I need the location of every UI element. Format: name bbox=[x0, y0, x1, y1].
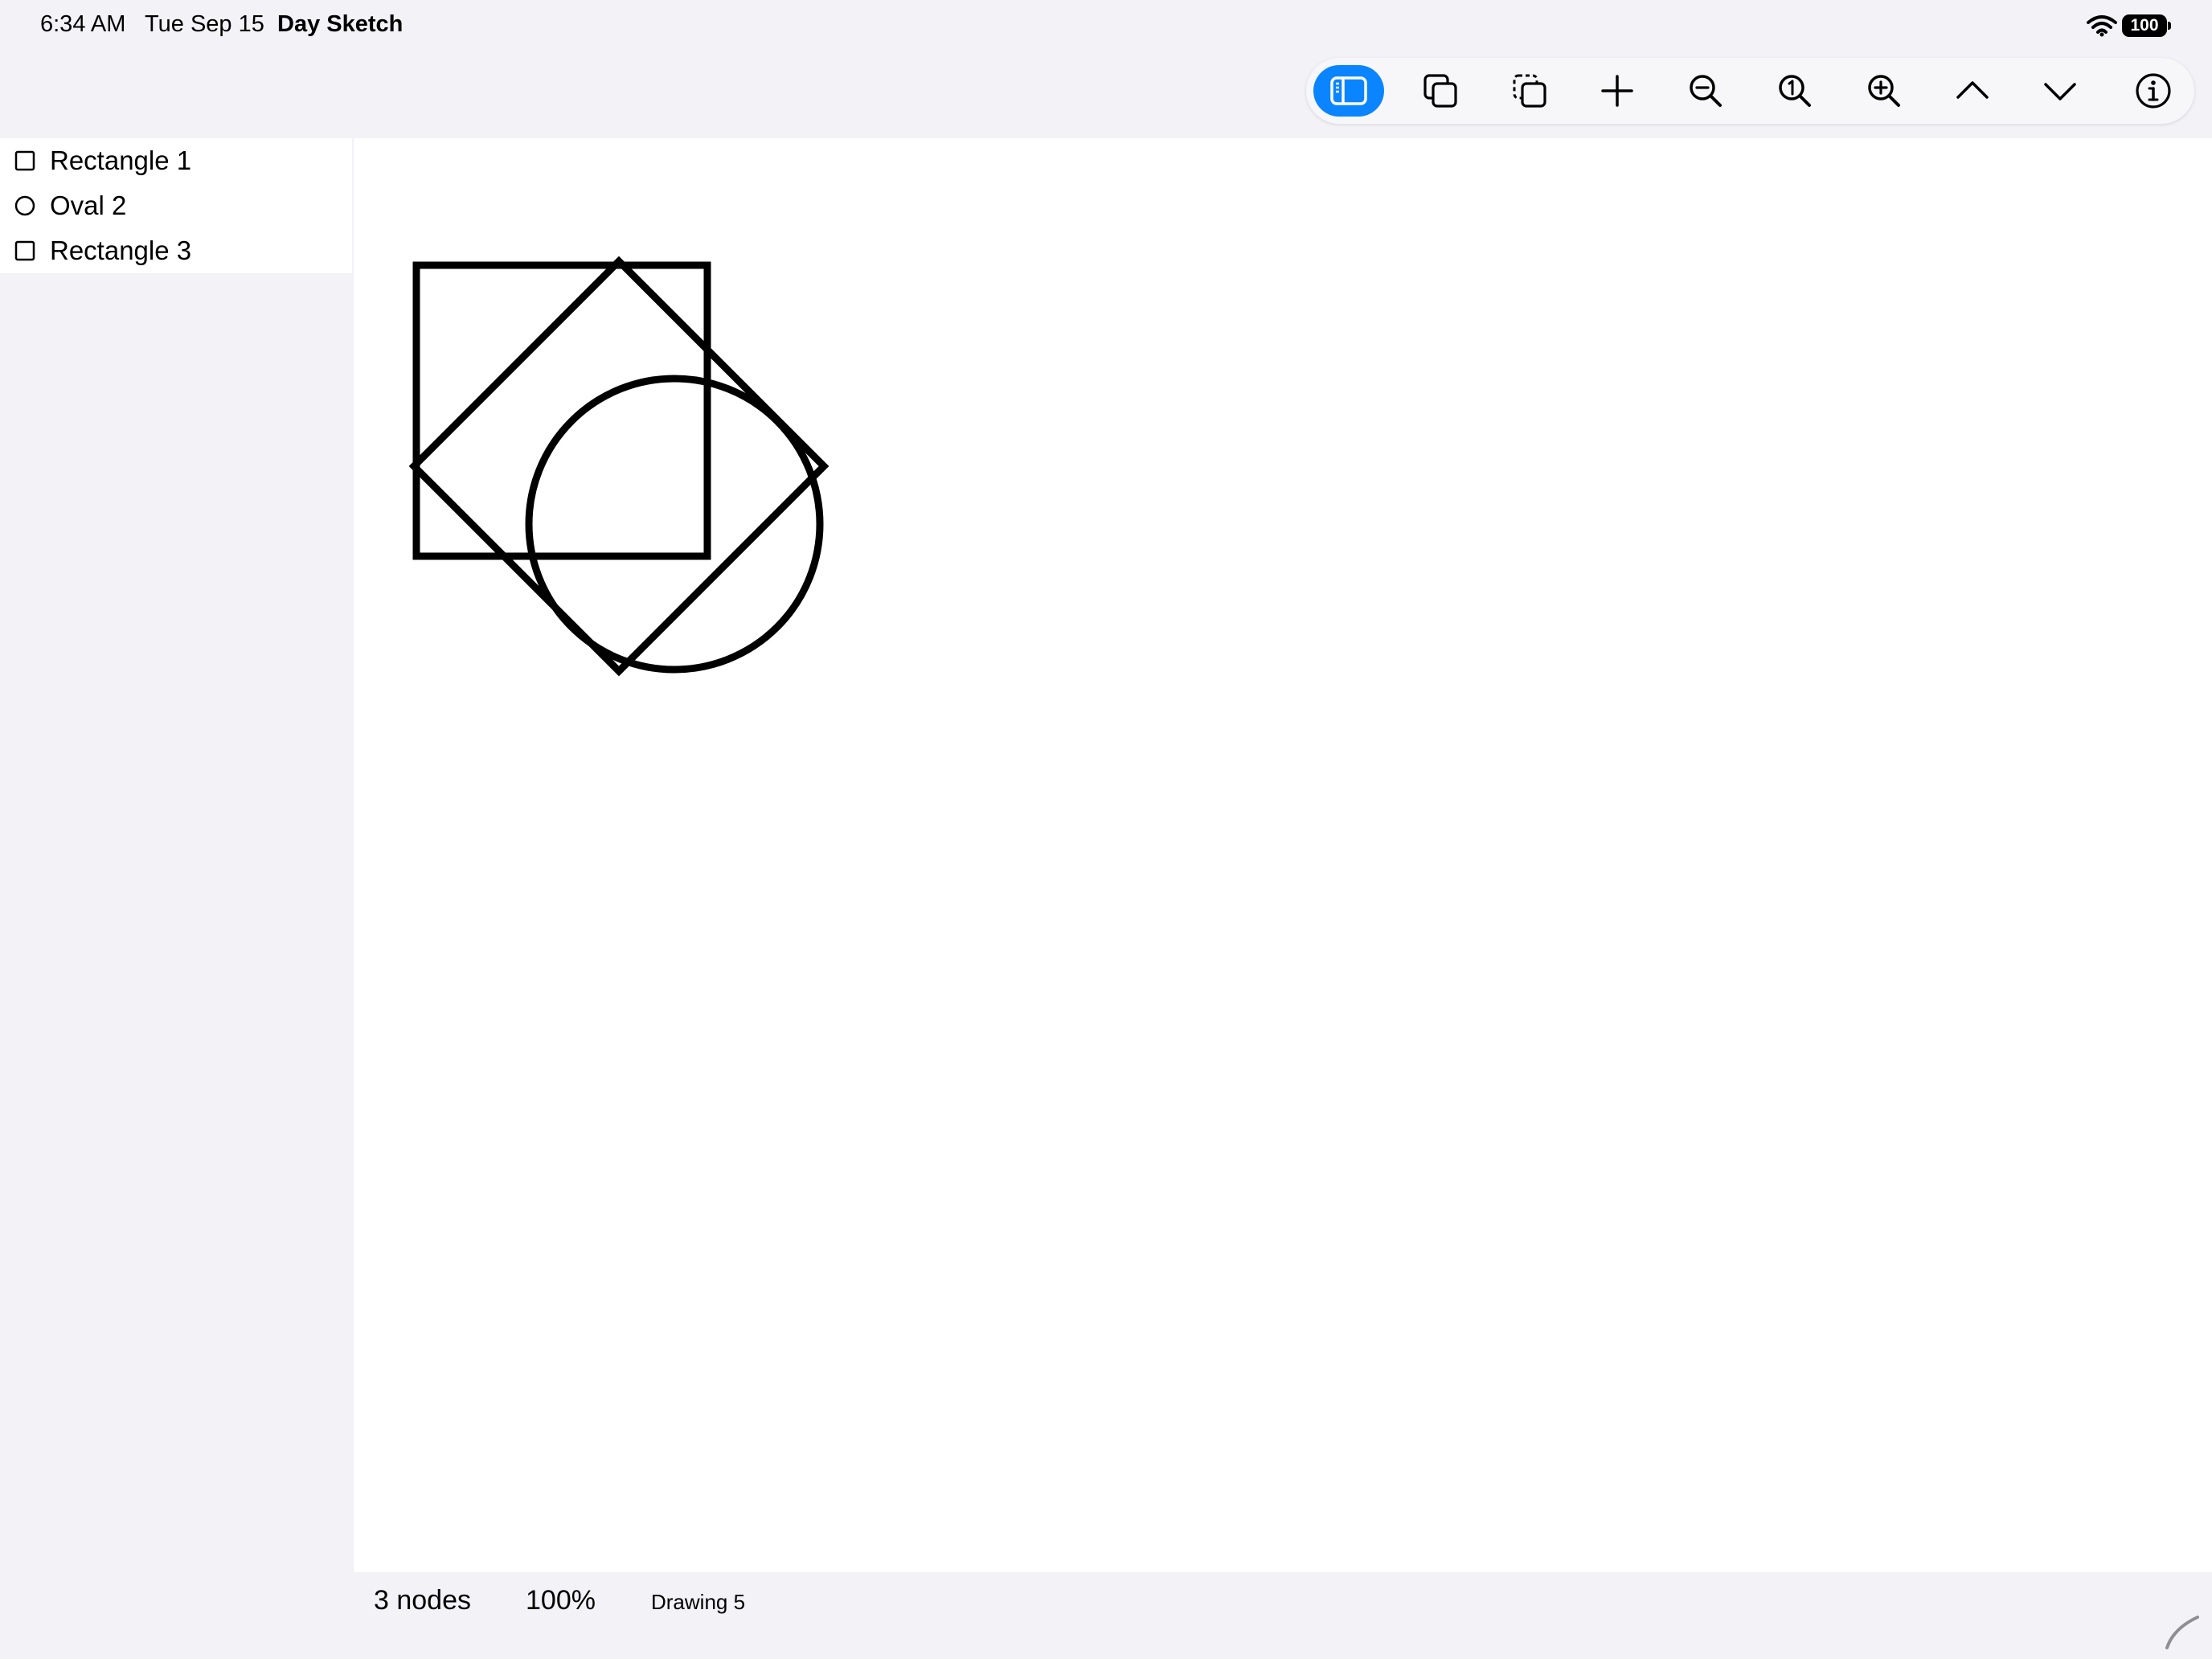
duplicate-icon bbox=[1423, 74, 1457, 108]
node-count: 3 nodes bbox=[374, 1585, 471, 1616]
layer-item-rectangle-3[interactable]: Rectangle 3 bbox=[0, 228, 352, 273]
chevron-down-icon bbox=[2044, 83, 2076, 100]
battery-percent: 100 bbox=[2130, 16, 2159, 35]
layer-item-oval-2[interactable]: Oval 2 bbox=[0, 183, 352, 228]
status-time: 6:34 AM bbox=[40, 11, 126, 37]
rectangle-icon bbox=[14, 240, 35, 261]
zoom-in-icon bbox=[1868, 75, 1900, 107]
status-date: Tue Sep 15 bbox=[145, 11, 264, 37]
zoom-out-icon bbox=[1690, 75, 1722, 107]
sidebar-toggle-icon bbox=[1330, 76, 1367, 105]
zoom-actual-size-button[interactable] bbox=[1769, 65, 1821, 117]
paste-copy-icon bbox=[1513, 74, 1546, 108]
layers-sidebar: Rectangle 1 Oval 2 Rectangle 3 bbox=[0, 138, 352, 273]
oval-icon bbox=[14, 195, 35, 216]
add-button[interactable] bbox=[1591, 65, 1643, 117]
shape-rectangle-3[interactable] bbox=[408, 256, 830, 677]
drawing-canvas[interactable] bbox=[354, 138, 2212, 1572]
sidebar-toggle-button[interactable] bbox=[1313, 65, 1384, 117]
rectangle-icon bbox=[14, 150, 35, 171]
pencil-indicator-icon bbox=[2165, 1616, 2199, 1649]
toolbar bbox=[1306, 58, 2194, 124]
zoom-actual-size-icon bbox=[1779, 75, 1811, 107]
info-button[interactable] bbox=[2128, 65, 2179, 117]
status-footer: 3 nodes 100% Drawing 5 bbox=[354, 1572, 2212, 1659]
app-name: Day Sketch bbox=[277, 11, 403, 37]
chevron-up-icon bbox=[1956, 81, 1989, 99]
layer-item-rectangle-1[interactable]: Rectangle 1 bbox=[0, 138, 352, 183]
move-down-button[interactable] bbox=[2034, 65, 2086, 117]
battery-icon: 100 bbox=[2122, 14, 2172, 37]
canvas-svg bbox=[408, 256, 830, 677]
layer-item-label: Oval 2 bbox=[50, 190, 127, 220]
info-icon bbox=[2136, 73, 2171, 109]
layer-item-label: Rectangle 1 bbox=[50, 145, 192, 175]
paste-copy-button[interactable] bbox=[1504, 65, 1555, 117]
zoom-out-button[interactable] bbox=[1680, 65, 1731, 117]
duplicate-button[interactable] bbox=[1415, 65, 1466, 117]
plus-icon bbox=[1601, 75, 1633, 107]
zoom-level[interactable]: 100% bbox=[526, 1585, 596, 1616]
wifi-icon bbox=[2087, 15, 2117, 37]
move-up-button[interactable] bbox=[1947, 65, 1998, 117]
document-name[interactable]: Drawing 5 bbox=[651, 1590, 745, 1615]
layer-item-label: Rectangle 3 bbox=[50, 236, 192, 265]
zoom-in-button[interactable] bbox=[1858, 65, 1910, 117]
status-bar: 6:34 AM Tue Sep 15 Day Sketch 100 bbox=[0, 0, 2212, 51]
